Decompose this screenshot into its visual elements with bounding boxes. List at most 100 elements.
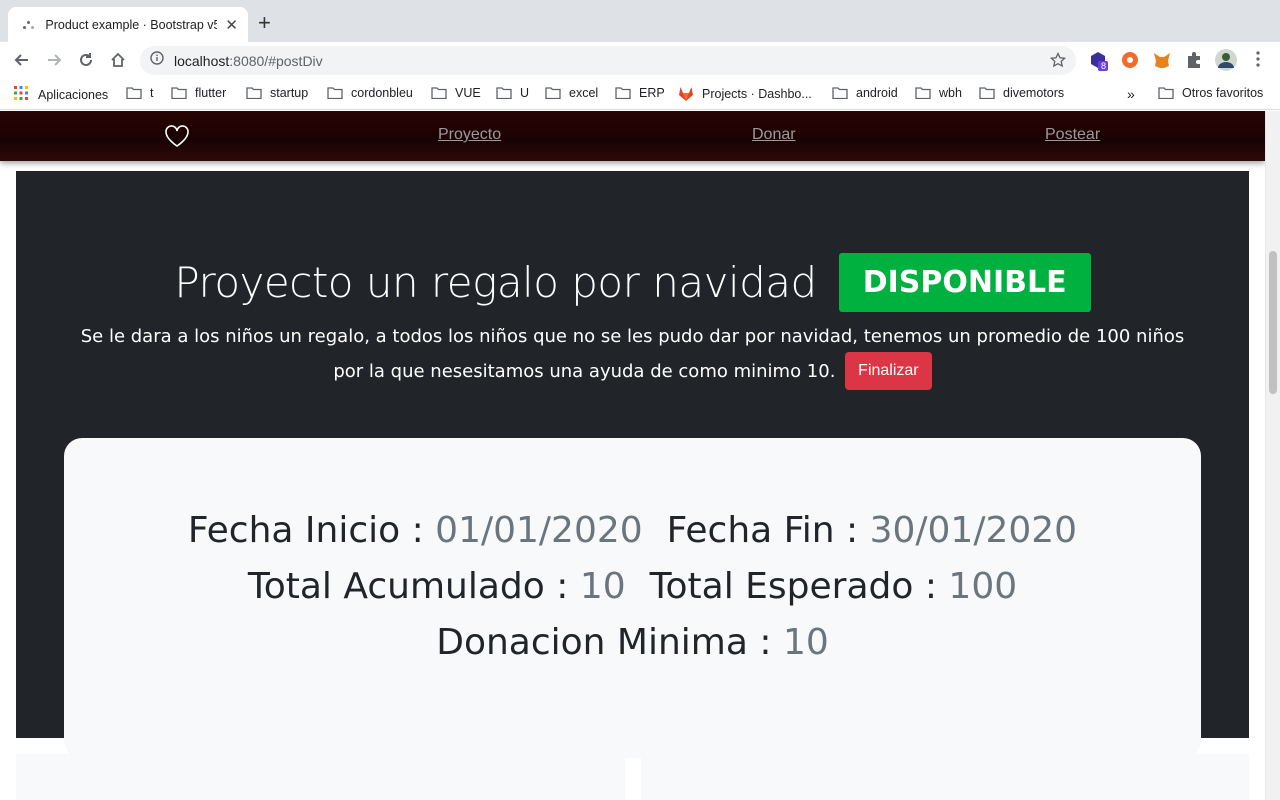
info-icon[interactable] <box>150 51 164 70</box>
bookmark-label: Aplicaciones <box>38 87 109 102</box>
folder-icon <box>171 87 187 99</box>
bookmark-folder-erp[interactable]: ERP <box>615 86 665 100</box>
bookmark-star-icon[interactable] <box>1049 51 1067 73</box>
stat-value: 100 <box>948 566 1018 607</box>
bookmark-folder-android[interactable]: android <box>832 86 898 100</box>
bookmark-apps[interactable]: Aplicaciones <box>14 86 108 103</box>
extensions-puzzle-icon[interactable] <box>1185 51 1203 69</box>
folder-icon <box>545 87 561 99</box>
stat-donacion-minima: Donacion Minima : 10 <box>436 622 829 663</box>
stats-row-dates: Fecha Inicio : 01/01/2020 Fecha Fin : 30… <box>64 510 1201 551</box>
finalize-button[interactable]: Finalizar <box>845 352 932 390</box>
nav-link-donar[interactable]: Donar <box>752 126 796 144</box>
lower-card-right <box>641 754 1249 800</box>
url-path: :8080/#postDiv <box>229 52 323 69</box>
bookmark-folder-divemotors[interactable]: divemotors <box>979 86 1064 100</box>
site-navbar: Proyecto Donar Postear <box>0 111 1265 161</box>
bookmarks-bar: Aplicaciones t flutter startup cordonble… <box>0 78 1280 110</box>
url-host: localhost <box>174 52 230 69</box>
bookmark-label: Otros favoritos <box>1182 86 1264 100</box>
folder-icon <box>979 87 995 99</box>
bookmark-label: android <box>856 86 898 100</box>
scrollbar-thumb[interactable] <box>1269 251 1277 394</box>
stat-fecha-inicio: Fecha Inicio : 01/01/2020 <box>188 510 643 551</box>
bookmark-label: startup <box>270 86 309 100</box>
more-bookmarks-chevron-icon[interactable]: » <box>1127 86 1135 102</box>
bookmark-label: flutter <box>195 86 227 100</box>
description-text: Se le dara a los niños un regalo, a todo… <box>80 326 1185 382</box>
bookmark-label: t <box>150 86 154 100</box>
folder-icon <box>431 87 447 99</box>
extension-orange-icon[interactable] <box>1121 51 1139 69</box>
forward-icon[interactable] <box>44 50 64 70</box>
stat-label: Fecha Fin : <box>666 510 870 551</box>
bookmark-label: wbh <box>939 86 962 100</box>
nav-link-proyecto[interactable]: Proyecto <box>438 126 501 144</box>
url-text: localhost:8080/#postDiv <box>174 53 323 69</box>
home-icon[interactable] <box>108 50 128 70</box>
stat-value: 10 <box>579 566 626 607</box>
bookmark-folder-t[interactable]: t <box>126 86 153 100</box>
stat-label: Fecha Inicio : <box>187 510 436 551</box>
browser-tabstrip: Product example · Bootstrap v5 ✕ + <box>0 0 1280 42</box>
bookmark-label: excel <box>569 86 599 100</box>
stat-value: 30/01/2020 <box>869 510 1078 551</box>
tab-title: Product example · Bootstrap v5 <box>45 17 218 32</box>
status-badge: DISPONIBLE <box>838 253 1091 312</box>
hero-title-row: Proyecto un regalo por navidad DISPONIBL… <box>16 253 1249 312</box>
profile-avatar[interactable] <box>1215 49 1237 71</box>
folder-icon <box>246 87 262 99</box>
browser-tab[interactable]: Product example · Bootstrap v5 ✕ <box>8 7 248 42</box>
folder-icon <box>327 87 343 99</box>
folder-icon <box>1158 87 1174 99</box>
bookmark-folder-excel[interactable]: excel <box>545 86 598 100</box>
stat-label: Total Esperado : <box>649 566 949 607</box>
extension-hex-icon[interactable]: 8 <box>1089 51 1108 71</box>
new-tab-icon[interactable]: + <box>258 12 271 34</box>
bookmark-label: divemotors <box>1003 86 1065 100</box>
page-viewport: Proyecto Donar Postear Proyecto un regal… <box>0 111 1265 800</box>
bookmark-folder-flutter[interactable]: flutter <box>171 86 226 100</box>
apps-grid-icon <box>14 86 28 103</box>
gitlab-icon <box>679 87 693 101</box>
loading-icon <box>22 18 35 32</box>
bookmark-folder-u[interactable]: U <box>496 86 529 100</box>
folder-icon <box>615 87 631 99</box>
project-stats-card: Fecha Inicio : 01/01/2020 Fecha Fin : 30… <box>64 438 1201 758</box>
stat-total-esperado: Total Esperado : 100 <box>650 566 1018 607</box>
metamask-fox-icon[interactable] <box>1153 51 1171 69</box>
bookmark-label: cordonbleu <box>351 86 413 100</box>
bookmark-gitlab[interactable]: Projects · Dashbo... <box>678 86 812 101</box>
bookmark-label: ERP <box>639 86 665 100</box>
folder-icon <box>126 87 142 99</box>
reload-icon[interactable] <box>76 50 96 70</box>
folder-icon <box>915 87 931 99</box>
bookmark-label: Projects · Dashbo... <box>702 86 812 101</box>
project-hero: Proyecto un regalo por navidad DISPONIBL… <box>16 171 1249 758</box>
bookmark-folder-cordonbleu[interactable]: cordonbleu <box>327 86 413 100</box>
lower-card-left <box>16 754 625 800</box>
extension-badge: 8 <box>1101 61 1107 71</box>
folder-icon <box>496 87 512 99</box>
address-bar[interactable]: localhost:8080/#postDiv <box>140 46 1076 75</box>
page-scrollbar[interactable] <box>1265 111 1280 800</box>
back-icon[interactable] <box>12 50 32 70</box>
bookmark-label: U <box>520 86 530 100</box>
stat-value: 10 <box>782 622 829 663</box>
project-title: Proyecto un regalo por navidad <box>174 258 817 307</box>
stat-label: Donacion Minima : <box>436 622 783 663</box>
menu-kebab-icon[interactable] <box>1252 50 1270 68</box>
close-tab-icon[interactable]: ✕ <box>225 16 238 34</box>
browser-toolbar: localhost:8080/#postDiv 8 <box>0 42 1280 78</box>
stat-value: 01/01/2020 <box>435 510 643 551</box>
folder-icon <box>832 87 848 99</box>
bookmark-folder-startup[interactable]: startup <box>246 86 308 100</box>
bookmark-folder-vue[interactable]: VUE <box>431 86 481 100</box>
bookmark-label: VUE <box>455 86 481 100</box>
bookmark-other-favorites[interactable]: Otros favoritos <box>1158 86 1263 100</box>
stat-fecha-fin: Fecha Fin : 30/01/2020 <box>667 510 1077 551</box>
bookmark-folder-wbh[interactable]: wbh <box>915 86 962 100</box>
nav-link-postear[interactable]: Postear <box>1045 126 1100 144</box>
stats-row-totals: Total Acumulado : 10 Total Esperado : 10… <box>64 566 1201 607</box>
heart-icon[interactable] <box>164 124 190 153</box>
